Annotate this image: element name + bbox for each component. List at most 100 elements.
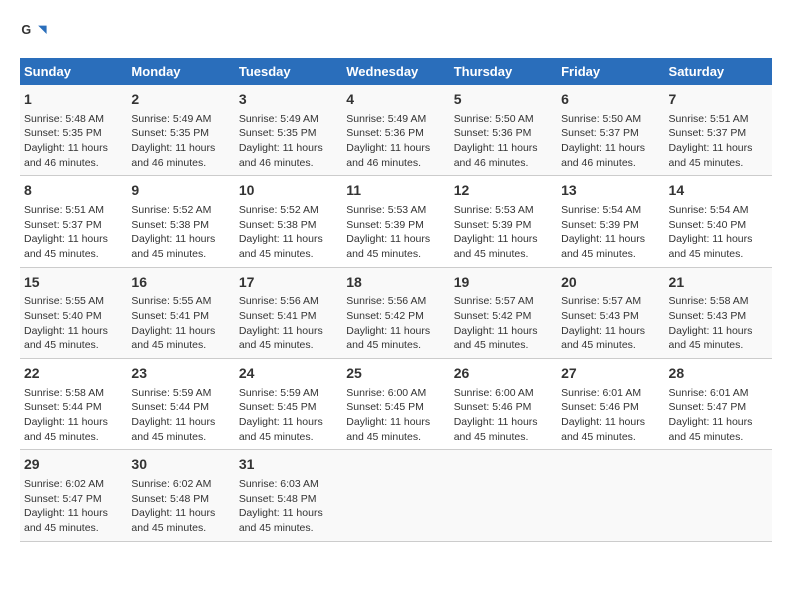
sunrise: Sunrise: 5:49 AM [131, 113, 211, 125]
svg-text:G: G [21, 23, 31, 37]
sunrise: Sunrise: 5:59 AM [239, 387, 319, 399]
day-cell: 14Sunrise: 5:54 AMSunset: 5:40 PMDayligh… [665, 176, 772, 267]
daylight: Daylight: 11 hours and 45 minutes. [561, 325, 645, 352]
day-cell: 29Sunrise: 6:02 AMSunset: 5:47 PMDayligh… [20, 450, 127, 541]
day-number: 17 [239, 273, 338, 293]
header-day-friday: Friday [557, 58, 664, 85]
week-row-3: 15Sunrise: 5:55 AMSunset: 5:40 PMDayligh… [20, 267, 772, 358]
day-cell: 16Sunrise: 5:55 AMSunset: 5:41 PMDayligh… [127, 267, 234, 358]
day-number: 27 [561, 364, 660, 384]
sunrise: Sunrise: 5:49 AM [239, 113, 319, 125]
day-number: 1 [24, 90, 123, 110]
sunrise: Sunrise: 6:03 AM [239, 478, 319, 490]
day-cell: 4Sunrise: 5:49 AMSunset: 5:36 PMDaylight… [342, 85, 449, 176]
day-cell: 27Sunrise: 6:01 AMSunset: 5:46 PMDayligh… [557, 359, 664, 450]
day-cell: 8 Sunrise: 5:51 AM Sunset: 5:37 PM Daylight… [20, 176, 127, 267]
logo: G [20, 20, 52, 48]
week-row-2: 8 Sunrise: 5:51 AM Sunset: 5:37 PM Daylight… [20, 176, 772, 267]
day-cell: 6Sunrise: 5:50 AMSunset: 5:37 PMDaylight… [557, 85, 664, 176]
day-cell [557, 450, 664, 541]
sunset: Sunset: 5:39 PM [346, 219, 424, 231]
daylight: Daylight: 11 hours and 46 minutes. [346, 142, 430, 169]
sunset: Sunset: 5:36 PM [454, 127, 532, 139]
day-cell: 1Sunrise: 5:48 AMSunset: 5:35 PMDaylight… [20, 85, 127, 176]
day-cell: 18Sunrise: 5:56 AMSunset: 5:42 PMDayligh… [342, 267, 449, 358]
sunset: Sunset: 5:42 PM [454, 310, 532, 322]
sunrise: Sunrise: 5:52 AM [239, 204, 319, 216]
sunset: Sunset: 5:35 PM [239, 127, 317, 139]
sunrise: Sunrise: 5:54 AM [561, 204, 641, 216]
daylight: Daylight: 11 hours and 45 minutes. [24, 233, 108, 260]
daylight: Daylight: 11 hours and 45 minutes. [454, 325, 538, 352]
sunrise: Sunrise: 5:52 AM [131, 204, 211, 216]
day-number: 8 [24, 181, 123, 201]
sunrise: Sunrise: 5:57 AM [561, 295, 641, 307]
day-number: 7 [669, 90, 768, 110]
sunrise: Sunrise: 6:02 AM [131, 478, 211, 490]
sunrise: Sunrise: 6:01 AM [561, 387, 641, 399]
day-number: 31 [239, 455, 338, 475]
day-cell: 25Sunrise: 6:00 AMSunset: 5:45 PMDayligh… [342, 359, 449, 450]
daylight: Daylight: 11 hours and 45 minutes. [669, 233, 753, 260]
day-cell: 3Sunrise: 5:49 AMSunset: 5:35 PMDaylight… [235, 85, 342, 176]
daylight: Daylight: 11 hours and 45 minutes. [669, 142, 753, 169]
day-number: 6 [561, 90, 660, 110]
daylight: Daylight: 11 hours and 46 minutes. [24, 142, 108, 169]
header-row: SundayMondayTuesdayWednesdayThursdayFrid… [20, 58, 772, 85]
day-cell: 12Sunrise: 5:53 AMSunset: 5:39 PMDayligh… [450, 176, 557, 267]
sunrise: Sunrise: 5:51 AM [24, 204, 104, 216]
day-cell [450, 450, 557, 541]
daylight: Daylight: 11 hours and 46 minutes. [239, 142, 323, 169]
daylight: Daylight: 11 hours and 45 minutes. [346, 233, 430, 260]
day-cell: 22Sunrise: 5:58 AMSunset: 5:44 PMDayligh… [20, 359, 127, 450]
day-number: 14 [669, 181, 768, 201]
page-header: G [20, 20, 772, 48]
day-number: 4 [346, 90, 445, 110]
sunrise: Sunrise: 5:53 AM [454, 204, 534, 216]
day-number: 18 [346, 273, 445, 293]
sunset: Sunset: 5:35 PM [24, 127, 102, 139]
sunset: Sunset: 5:39 PM [454, 219, 532, 231]
sunset: Sunset: 5:37 PM [24, 219, 102, 231]
day-number: 10 [239, 181, 338, 201]
sunset: Sunset: 5:45 PM [239, 401, 317, 413]
sunset: Sunset: 5:39 PM [561, 219, 639, 231]
day-cell: 31Sunrise: 6:03 AMSunset: 5:48 PMDayligh… [235, 450, 342, 541]
day-cell: 20Sunrise: 5:57 AMSunset: 5:43 PMDayligh… [557, 267, 664, 358]
daylight: Daylight: 11 hours and 45 minutes. [239, 233, 323, 260]
day-cell: 5Sunrise: 5:50 AMSunset: 5:36 PMDaylight… [450, 85, 557, 176]
sunset: Sunset: 5:35 PM [131, 127, 209, 139]
sunset: Sunset: 5:43 PM [669, 310, 747, 322]
day-cell: 2Sunrise: 5:49 AMSunset: 5:35 PMDaylight… [127, 85, 234, 176]
day-number: 11 [346, 181, 445, 201]
daylight: Daylight: 11 hours and 45 minutes. [131, 325, 215, 352]
sunrise: Sunrise: 6:00 AM [454, 387, 534, 399]
header-day-thursday: Thursday [450, 58, 557, 85]
day-cell: 10 Sunrise: 5:52 AM Sunset: 5:38 PM Dayligh… [235, 176, 342, 267]
day-number: 29 [24, 455, 123, 475]
sunrise: Sunrise: 5:50 AM [454, 113, 534, 125]
daylight: Daylight: 11 hours and 45 minutes. [454, 233, 538, 260]
sunset: Sunset: 5:38 PM [239, 219, 317, 231]
sunrise: Sunrise: 5:56 AM [346, 295, 426, 307]
sunset: Sunset: 5:37 PM [561, 127, 639, 139]
day-cell: 7Sunrise: 5:51 AMSunset: 5:37 PMDaylight… [665, 85, 772, 176]
sunrise: Sunrise: 6:00 AM [346, 387, 426, 399]
sunset: Sunset: 5:41 PM [131, 310, 209, 322]
day-number: 26 [454, 364, 553, 384]
logo-icon: G [20, 20, 48, 48]
daylight: Daylight: 11 hours and 45 minutes. [131, 233, 215, 260]
sunset: Sunset: 5:42 PM [346, 310, 424, 322]
sunrise: Sunrise: 5:58 AM [669, 295, 749, 307]
sunrise: Sunrise: 5:55 AM [131, 295, 211, 307]
day-cell: 21Sunrise: 5:58 AMSunset: 5:43 PMDayligh… [665, 267, 772, 358]
daylight: Daylight: 11 hours and 45 minutes. [239, 416, 323, 443]
day-number: 25 [346, 364, 445, 384]
sunrise: Sunrise: 5:57 AM [454, 295, 534, 307]
sunset: Sunset: 5:38 PM [131, 219, 209, 231]
week-row-4: 22Sunrise: 5:58 AMSunset: 5:44 PMDayligh… [20, 359, 772, 450]
sunset: Sunset: 5:44 PM [131, 401, 209, 413]
sunrise: Sunrise: 5:53 AM [346, 204, 426, 216]
sunset: Sunset: 5:48 PM [131, 493, 209, 505]
daylight: Daylight: 11 hours and 46 minutes. [131, 142, 215, 169]
